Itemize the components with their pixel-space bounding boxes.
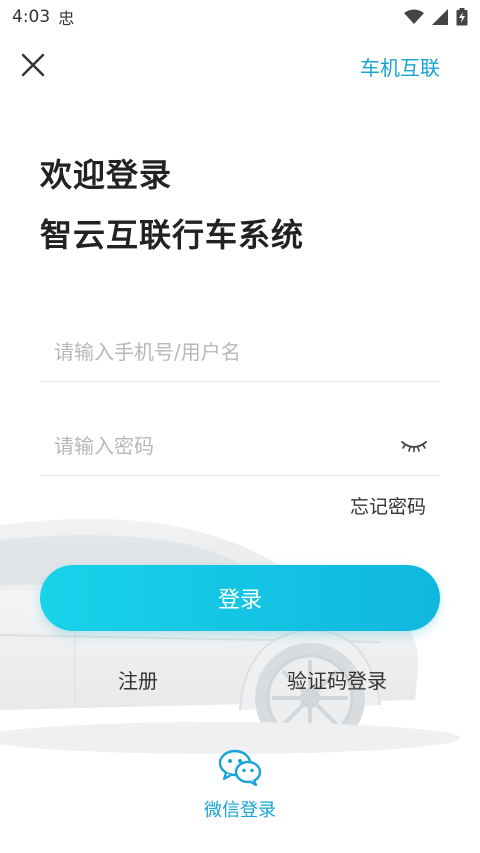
carlink-button[interactable]: 车机互联 [360, 52, 440, 81]
password-field [40, 416, 440, 476]
close-button[interactable] [16, 48, 50, 82]
wechat-login-button[interactable]: 微信登录 [190, 748, 290, 822]
wechat-icon [218, 749, 262, 786]
login-button[interactable]: 登录 [40, 565, 440, 631]
register-link[interactable]: 注册 [118, 665, 158, 694]
system-name: 智云互联行车系统 [40, 216, 305, 254]
wechat-login-label: 微信登录 [204, 800, 276, 821]
close-icon [21, 53, 45, 77]
password-input[interactable] [40, 433, 440, 458]
status-time: 4:03 [12, 7, 51, 27]
status-notification: 忠 [58, 9, 75, 28]
eye-closed-icon[interactable] [400, 434, 428, 456]
username-field [40, 322, 440, 382]
battery-icon [456, 8, 468, 26]
status-bar: 4:03 忠 [0, 0, 480, 34]
sms-login-link[interactable]: 验证码登录 [287, 665, 387, 694]
forgot-password-link[interactable]: 忘记密码 [350, 492, 426, 519]
wifi-icon [404, 9, 424, 24]
signal-icon [432, 9, 448, 25]
page-title: 欢迎登录 [40, 156, 173, 194]
username-input[interactable] [40, 339, 440, 364]
status-icons [404, 8, 468, 26]
